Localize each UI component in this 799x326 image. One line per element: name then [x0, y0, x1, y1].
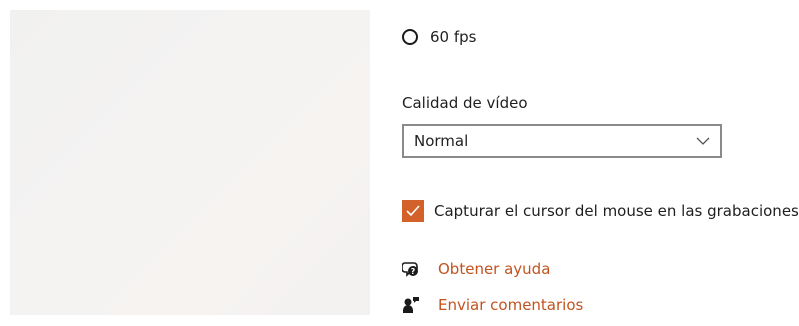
capture-cursor-checkbox[interactable]: Capturar el cursor del mouse en las grab…	[402, 200, 799, 222]
capture-settings-panel: 60 fps Calidad de vídeo Normal Capturar …	[402, 0, 799, 326]
fps-60-radio[interactable]: 60 fps	[402, 26, 476, 48]
video-quality-value: Normal	[414, 132, 469, 150]
video-quality-dropdown[interactable]: Normal	[402, 124, 722, 158]
checkbox-checked	[402, 200, 424, 222]
get-help-link[interactable]: ? Obtener ayuda	[402, 258, 550, 280]
get-help-text: Obtener ayuda	[438, 260, 551, 278]
fps-60-label: 60 fps	[430, 28, 477, 46]
capture-cursor-label: Capturar el cursor del mouse en las grab…	[434, 202, 799, 220]
send-feedback-link[interactable]: Enviar comentarios	[402, 294, 583, 316]
video-preview-image	[10, 10, 370, 315]
checkmark-icon	[406, 205, 420, 217]
help-chat-icon: ?	[402, 260, 420, 278]
video-quality-label: Calidad de vídeo	[402, 94, 528, 112]
chevron-down-icon	[696, 137, 710, 145]
send-feedback-text: Enviar comentarios	[438, 296, 584, 314]
svg-text:?: ?	[411, 267, 416, 276]
radio-circle-icon	[402, 29, 418, 45]
feedback-person-icon	[402, 296, 420, 314]
